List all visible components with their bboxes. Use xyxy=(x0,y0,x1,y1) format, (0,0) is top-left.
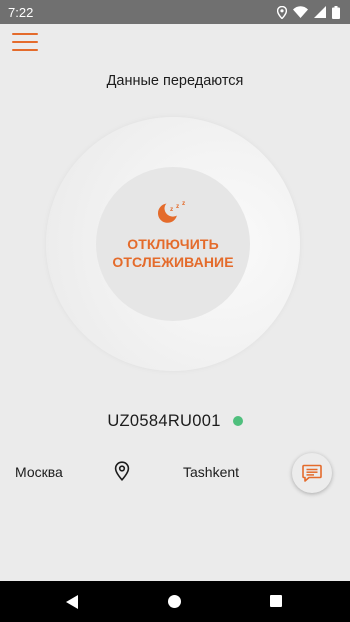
status-bar: 7:22 xyxy=(0,0,350,24)
menu-line xyxy=(12,40,38,44)
stop-tracking-button[interactable]: z z z ОТКЛЮЧИТЬ ОТСЛЕЖИВАНИЕ xyxy=(96,167,250,321)
city-to: Tashkent xyxy=(183,464,240,480)
stop-tracking-label: ОТКЛЮЧИТЬ ОТСЛЕЖИВАНИЕ xyxy=(112,236,234,270)
location-pin-icon xyxy=(114,461,130,481)
chat-button[interactable] xyxy=(292,453,332,493)
device-id: UZ0584RU001 xyxy=(107,411,221,430)
menu-line xyxy=(12,33,38,36)
recents-icon[interactable] xyxy=(270,595,282,607)
hamburger-menu-icon[interactable] xyxy=(12,33,38,51)
svg-text:z: z xyxy=(182,200,186,207)
route-row: Москва Tashkent xyxy=(0,452,350,493)
online-status-dot xyxy=(232,416,243,426)
back-icon[interactable] xyxy=(66,595,78,609)
navigation-bar xyxy=(0,581,350,622)
status-icons xyxy=(277,5,340,19)
location-icon xyxy=(277,5,287,19)
page-title: Данные передаются xyxy=(106,73,244,89)
chat-bubble-icon xyxy=(302,464,322,482)
sleep-moon-icon: z z z xyxy=(158,200,186,223)
status-time: 7:22 xyxy=(8,4,34,20)
city-from: Москва xyxy=(15,464,63,480)
wifi-icon xyxy=(293,6,308,18)
menu-line xyxy=(12,48,38,51)
svg-text:z: z xyxy=(170,206,174,213)
home-icon[interactable] xyxy=(168,595,181,608)
svg-text:z: z xyxy=(176,203,180,210)
device-row: UZ0584RU001 xyxy=(0,410,350,432)
battery-icon xyxy=(332,5,340,19)
cellular-signal-icon xyxy=(314,6,326,18)
